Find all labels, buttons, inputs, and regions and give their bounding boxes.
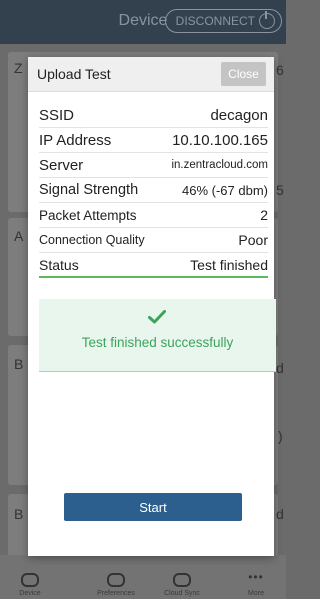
row-label: IP Address bbox=[39, 131, 112, 149]
nav-item-device[interactable]: Device bbox=[0, 573, 60, 597]
checkmark-icon bbox=[148, 310, 166, 324]
nav-label: More bbox=[248, 590, 264, 597]
nav-label: Preferences bbox=[97, 590, 135, 597]
nav-item-preferences[interactable]: Preferences bbox=[86, 573, 146, 597]
row-label: Status bbox=[39, 256, 79, 273]
background-text: B bbox=[14, 506, 24, 522]
dialog-header: Upload Test Close bbox=[28, 57, 274, 92]
background-text: A bbox=[14, 228, 24, 244]
row-value: 2 bbox=[260, 207, 268, 223]
background-text: ) bbox=[278, 428, 283, 444]
success-message: Test finished successfully bbox=[81, 335, 234, 350]
detail-row-packet-attempts: Packet Attempts 2 bbox=[39, 203, 268, 228]
nav-label: Device bbox=[19, 590, 41, 597]
router-icon bbox=[21, 573, 39, 587]
test-details: SSID decagon IP Address 10.10.100.165 Se… bbox=[39, 103, 268, 278]
detail-row-server: Server in.zentracloud.com bbox=[39, 153, 268, 178]
close-button[interactable]: Close bbox=[221, 62, 266, 86]
row-value: Test finished bbox=[190, 256, 268, 273]
more-icon: ••• bbox=[248, 570, 264, 584]
background-text: Z bbox=[14, 60, 23, 76]
row-value: in.zentracloud.com bbox=[171, 159, 268, 171]
background-text: 5 bbox=[276, 182, 284, 198]
detail-row-connection-quality: Connection Quality Poor bbox=[39, 228, 268, 253]
success-banner: Test finished successfully bbox=[39, 299, 276, 372]
app-header: Device DISCONNECT bbox=[0, 0, 286, 44]
background-text: d bbox=[276, 506, 284, 522]
detail-row-status: Status Test finished bbox=[39, 253, 268, 278]
bottom-nav: Device Preferences Cloud Sync ••• More bbox=[0, 555, 286, 599]
background-text: B bbox=[14, 356, 24, 372]
detail-row-signal-strength: Signal Strength 46% (-67 dbm) bbox=[39, 178, 268, 203]
start-button[interactable]: Start bbox=[64, 493, 242, 521]
background-text: 6 bbox=[276, 62, 284, 78]
detail-row-ip-address: IP Address 10.10.100.165 bbox=[39, 128, 268, 153]
background-text: d bbox=[276, 360, 284, 376]
row-value: Poor bbox=[238, 232, 268, 248]
row-value: decagon bbox=[210, 106, 268, 124]
nav-item-more[interactable]: ••• More bbox=[226, 570, 286, 597]
nav-label: Cloud Sync bbox=[164, 590, 200, 597]
row-value: 10.10.100.165 bbox=[172, 131, 268, 149]
row-label: SSID bbox=[39, 106, 75, 124]
row-label: Packet Attempts bbox=[39, 207, 137, 223]
cloud-sync-icon bbox=[173, 573, 191, 587]
nav-item-cloud-sync[interactable]: Cloud Sync bbox=[152, 573, 212, 597]
gear-icon bbox=[107, 573, 125, 587]
disconnect-button[interactable]: DISCONNECT bbox=[164, 9, 282, 33]
disconnect-label: DISCONNECT bbox=[175, 14, 255, 28]
row-label: Signal Strength bbox=[39, 182, 139, 198]
upload-test-dialog: Upload Test Close SSID decagon IP Addres… bbox=[28, 57, 276, 556]
row-value: 46% (-67 dbm) bbox=[182, 182, 268, 198]
power-icon bbox=[259, 11, 275, 29]
dialog-title: Upload Test bbox=[37, 66, 111, 82]
detail-row-ssid: SSID decagon bbox=[39, 103, 268, 128]
row-label: Connection Quality bbox=[39, 233, 145, 247]
row-label: Server bbox=[39, 156, 84, 174]
